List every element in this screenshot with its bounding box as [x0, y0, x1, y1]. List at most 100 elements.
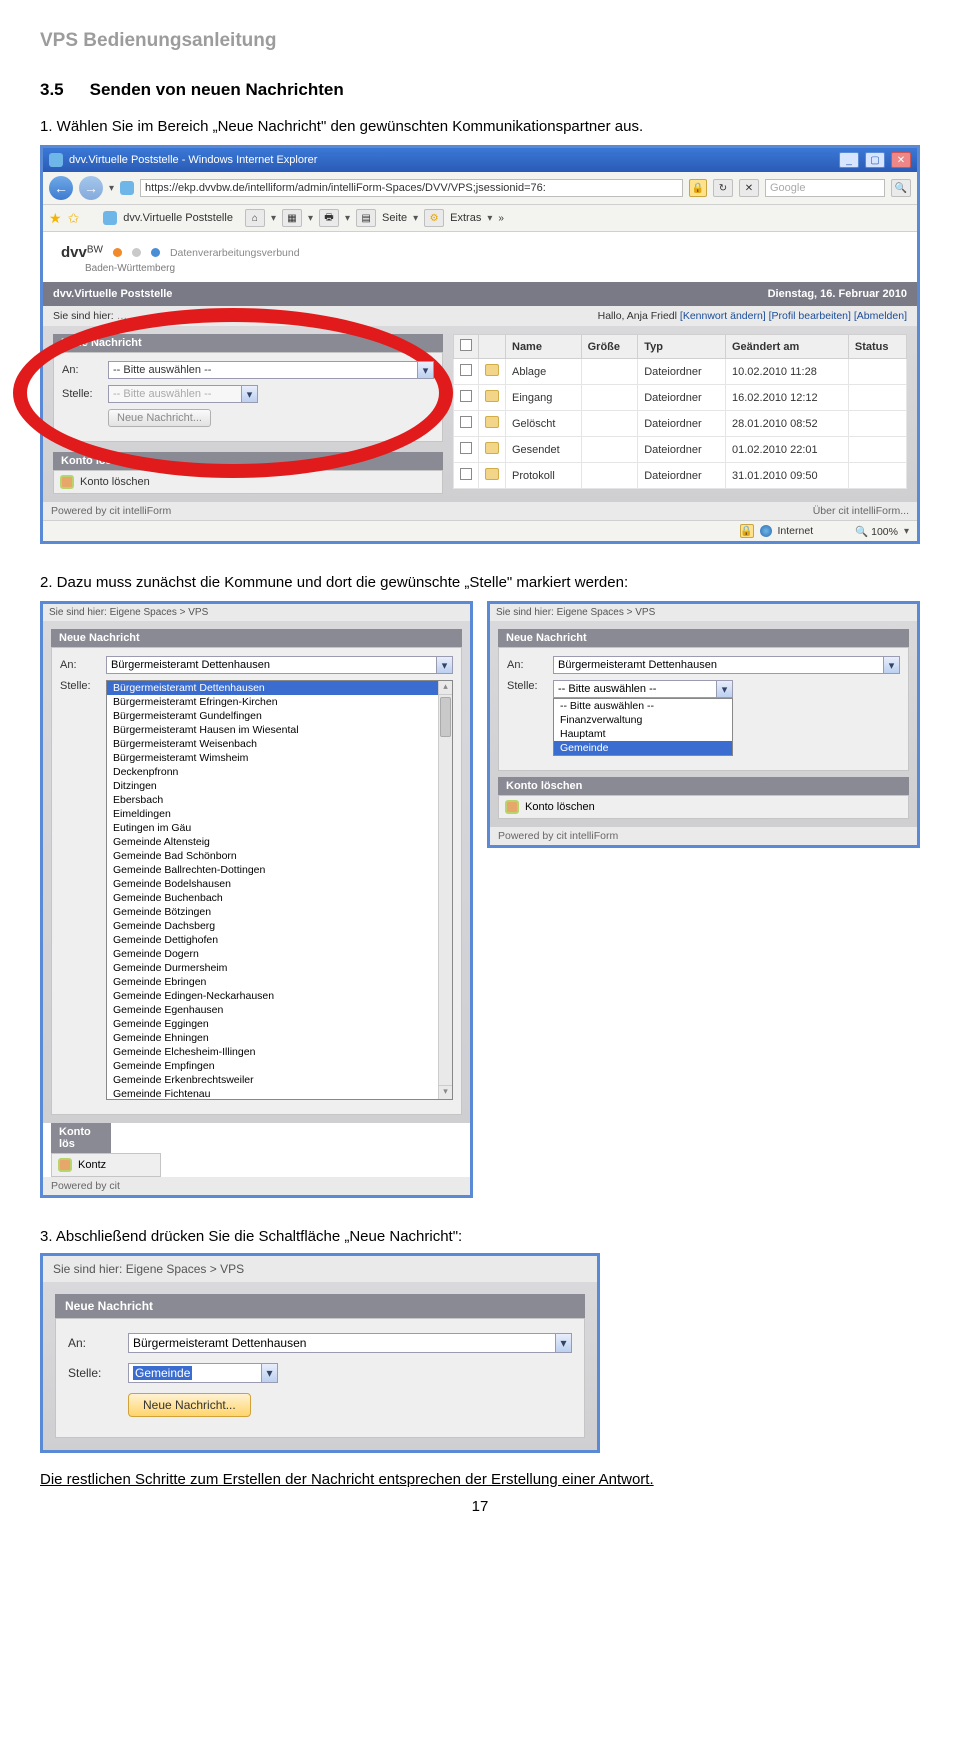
select-stelle[interactable]: Gemeinde ▾: [128, 1363, 278, 1383]
stelle-dropdown-list[interactable]: -- Bitte auswählen -- Finanzverwaltung H…: [553, 698, 733, 756]
scroll-down-icon[interactable]: ▾: [439, 1085, 452, 1099]
page-menu-label[interactable]: Seite: [382, 212, 407, 224]
select-an[interactable]: Bürgermeisteramt Dettenhausen ▾: [106, 656, 453, 674]
dropdown-option[interactable]: Gemeinde Ballrechten-Dottingen: [107, 863, 452, 877]
dropdown-option[interactable]: Gemeinde Elchesheim-Illingen: [107, 1045, 452, 1059]
nav-dropdown-icon[interactable]: ▾: [109, 183, 114, 194]
dropdown-option[interactable]: Gemeinde Dachsberg: [107, 919, 452, 933]
th-status[interactable]: Status: [848, 335, 906, 359]
th-name[interactable]: Name: [506, 335, 582, 359]
dropdown-option[interactable]: -- Bitte auswählen --: [554, 699, 732, 713]
label-stelle: Stelle:: [507, 680, 547, 692]
dropdown-option[interactable]: Bürgermeisteramt Weisenbach: [107, 737, 452, 751]
dropdown-option[interactable]: Gemeinde Eggingen: [107, 1017, 452, 1031]
table-row[interactable]: ProtokollDateiordner31.01.2010 09:50: [454, 463, 907, 489]
dropdown-option[interactable]: Gemeinde Empfingen: [107, 1059, 452, 1073]
row-checkbox[interactable]: [460, 390, 472, 402]
select-an[interactable]: -- Bitte auswählen -- ▾: [108, 361, 434, 379]
dropdown-option[interactable]: Bürgermeisteramt Dettenhausen: [107, 681, 452, 695]
row-checkbox[interactable]: [460, 442, 472, 454]
feed-button[interactable]: ▦: [282, 209, 302, 227]
zoom-indicator[interactable]: 🔍 100%: [855, 525, 898, 538]
minimize-button[interactable]: _: [839, 152, 859, 168]
forward-button[interactable]: →: [79, 176, 103, 200]
delete-account-row[interactable]: Konto löschen: [53, 470, 443, 494]
table-row[interactable]: GesendetDateiordner01.02.2010 22:01: [454, 437, 907, 463]
delete-account-row[interactable]: Konto löschen: [498, 795, 909, 819]
dropdown-option[interactable]: Bürgermeisteramt Gundelfingen: [107, 709, 452, 723]
select-stelle[interactable]: -- Bitte auswählen -- ▾: [553, 680, 733, 698]
label-an: An:: [60, 659, 100, 671]
print-button[interactable]: 🖶: [319, 209, 339, 227]
search-box[interactable]: Google: [765, 179, 885, 197]
row-checkbox[interactable]: [460, 364, 472, 376]
dropdown-option[interactable]: Bürgermeisteramt Efringen-Kirchen: [107, 695, 452, 709]
zoom-dropdown[interactable]: ▾: [904, 526, 909, 537]
dropdown-option[interactable]: Bürgermeisteramt Wimsheim: [107, 751, 452, 765]
refresh-button[interactable]: ↻: [713, 179, 733, 197]
dropdown-option[interactable]: Gemeinde Dettighofen: [107, 933, 452, 947]
kommune-dropdown-list[interactable]: Bürgermeisteramt Dettenhausen Bürgermeis…: [106, 680, 453, 1100]
dropdown-option[interactable]: Gemeinde Fichtenau: [107, 1087, 452, 1100]
dropdown-option[interactable]: Finanzverwaltung: [554, 713, 732, 727]
dropdown-option[interactable]: Gemeinde Egenhausen: [107, 1003, 452, 1017]
back-button[interactable]: ←: [49, 176, 73, 200]
dropdown-option[interactable]: Gemeinde Dogern: [107, 947, 452, 961]
about-link[interactable]: Über cit intelliForm...: [813, 505, 909, 517]
table-row[interactable]: AblageDateiordner10.02.2010 11:28: [454, 359, 907, 385]
dropdown-option[interactable]: Gemeinde Buchenbach: [107, 891, 452, 905]
th-type[interactable]: Typ: [638, 335, 726, 359]
scrollbar[interactable]: ▴ ▾: [438, 681, 452, 1099]
select-an[interactable]: Bürgermeisteramt Dettenhausen ▾: [553, 656, 900, 674]
table-row[interactable]: EingangDateiordner16.02.2010 12:12: [454, 385, 907, 411]
address-bar[interactable]: https://ekp.dvvbw.de/intelliform/admin/i…: [140, 179, 683, 197]
select-an[interactable]: Bürgermeisteramt Dettenhausen ▾: [128, 1333, 572, 1353]
page-number: 17: [40, 1498, 920, 1515]
dropdown-option[interactable]: Gemeinde Bötzingen: [107, 905, 452, 919]
dropdown-option[interactable]: Gemeinde Edingen-Neckarhausen: [107, 989, 452, 1003]
link-change-password[interactable]: [Kennwort ändern]: [680, 310, 766, 322]
header-checkbox[interactable]: [460, 339, 472, 351]
dropdown-option[interactable]: Gemeinde Bad Schönborn: [107, 849, 452, 863]
dropdown-option[interactable]: Gemeinde Ebringen: [107, 975, 452, 989]
dropdown-option[interactable]: Gemeinde Ehningen: [107, 1031, 452, 1045]
stop-button[interactable]: ✕: [739, 179, 759, 197]
scroll-thumb[interactable]: [440, 697, 451, 737]
dropdown-option[interactable]: Bürgermeisteramt Hausen im Wiesental: [107, 723, 452, 737]
dropdown-option[interactable]: Ebersbach: [107, 793, 452, 807]
overflow-icon[interactable]: »: [498, 213, 504, 224]
select-stelle[interactable]: -- Bitte auswählen -- ▾: [108, 385, 258, 403]
close-button[interactable]: ✕: [891, 152, 911, 168]
dropdown-option[interactable]: Gemeinde Bodelshausen: [107, 877, 452, 891]
row-checkbox[interactable]: [460, 416, 472, 428]
breadcrumb: Sie sind hier: Eigene Spaces > VPS: [490, 604, 917, 621]
dropdown-option[interactable]: Eutingen im Gäu: [107, 821, 452, 835]
add-fav-icon[interactable]: ✩: [68, 210, 80, 227]
extras-menu-label[interactable]: Extras: [450, 212, 481, 224]
search-button[interactable]: 🔍: [891, 179, 911, 197]
fav-star-icon[interactable]: ★: [49, 210, 62, 227]
dropdown-option[interactable]: Hauptamt: [554, 727, 732, 741]
th-modified[interactable]: Geändert am: [726, 335, 849, 359]
new-message-button[interactable]: Neue Nachricht...: [128, 1393, 251, 1417]
dropdown-option[interactable]: Eimeldingen: [107, 807, 452, 821]
table-row[interactable]: GelöschtDateiordner28.01.2010 08:52: [454, 411, 907, 437]
link-logout[interactable]: [Abmelden]: [854, 310, 907, 322]
dropdown-option[interactable]: Gemeinde Erkenbrechtsweiler: [107, 1073, 452, 1087]
new-message-button[interactable]: Neue Nachricht...: [108, 409, 211, 427]
home-button[interactable]: ⌂: [245, 209, 265, 227]
th-size[interactable]: Größe: [581, 335, 638, 359]
dropdown-option[interactable]: Gemeinde Altensteig: [107, 835, 452, 849]
dropdown-option[interactable]: Gemeinde: [554, 741, 732, 755]
greeting-text: Hallo, Anja Friedl: [598, 310, 680, 322]
tab-title[interactable]: dvv.Virtuelle Poststelle: [123, 212, 233, 224]
home-dd[interactable]: ▾: [271, 213, 276, 224]
dropdown-option[interactable]: Gemeinde Durmersheim: [107, 961, 452, 975]
dropdown-option[interactable]: Ditzingen: [107, 779, 452, 793]
scroll-up-icon[interactable]: ▴: [439, 681, 452, 695]
link-edit-profile[interactable]: [Profil bearbeiten]: [769, 310, 851, 322]
maximize-button[interactable]: ▢: [865, 152, 885, 168]
row-checkbox[interactable]: [460, 468, 472, 480]
folder-icon: [485, 442, 499, 454]
dropdown-option[interactable]: Deckenpfronn: [107, 765, 452, 779]
